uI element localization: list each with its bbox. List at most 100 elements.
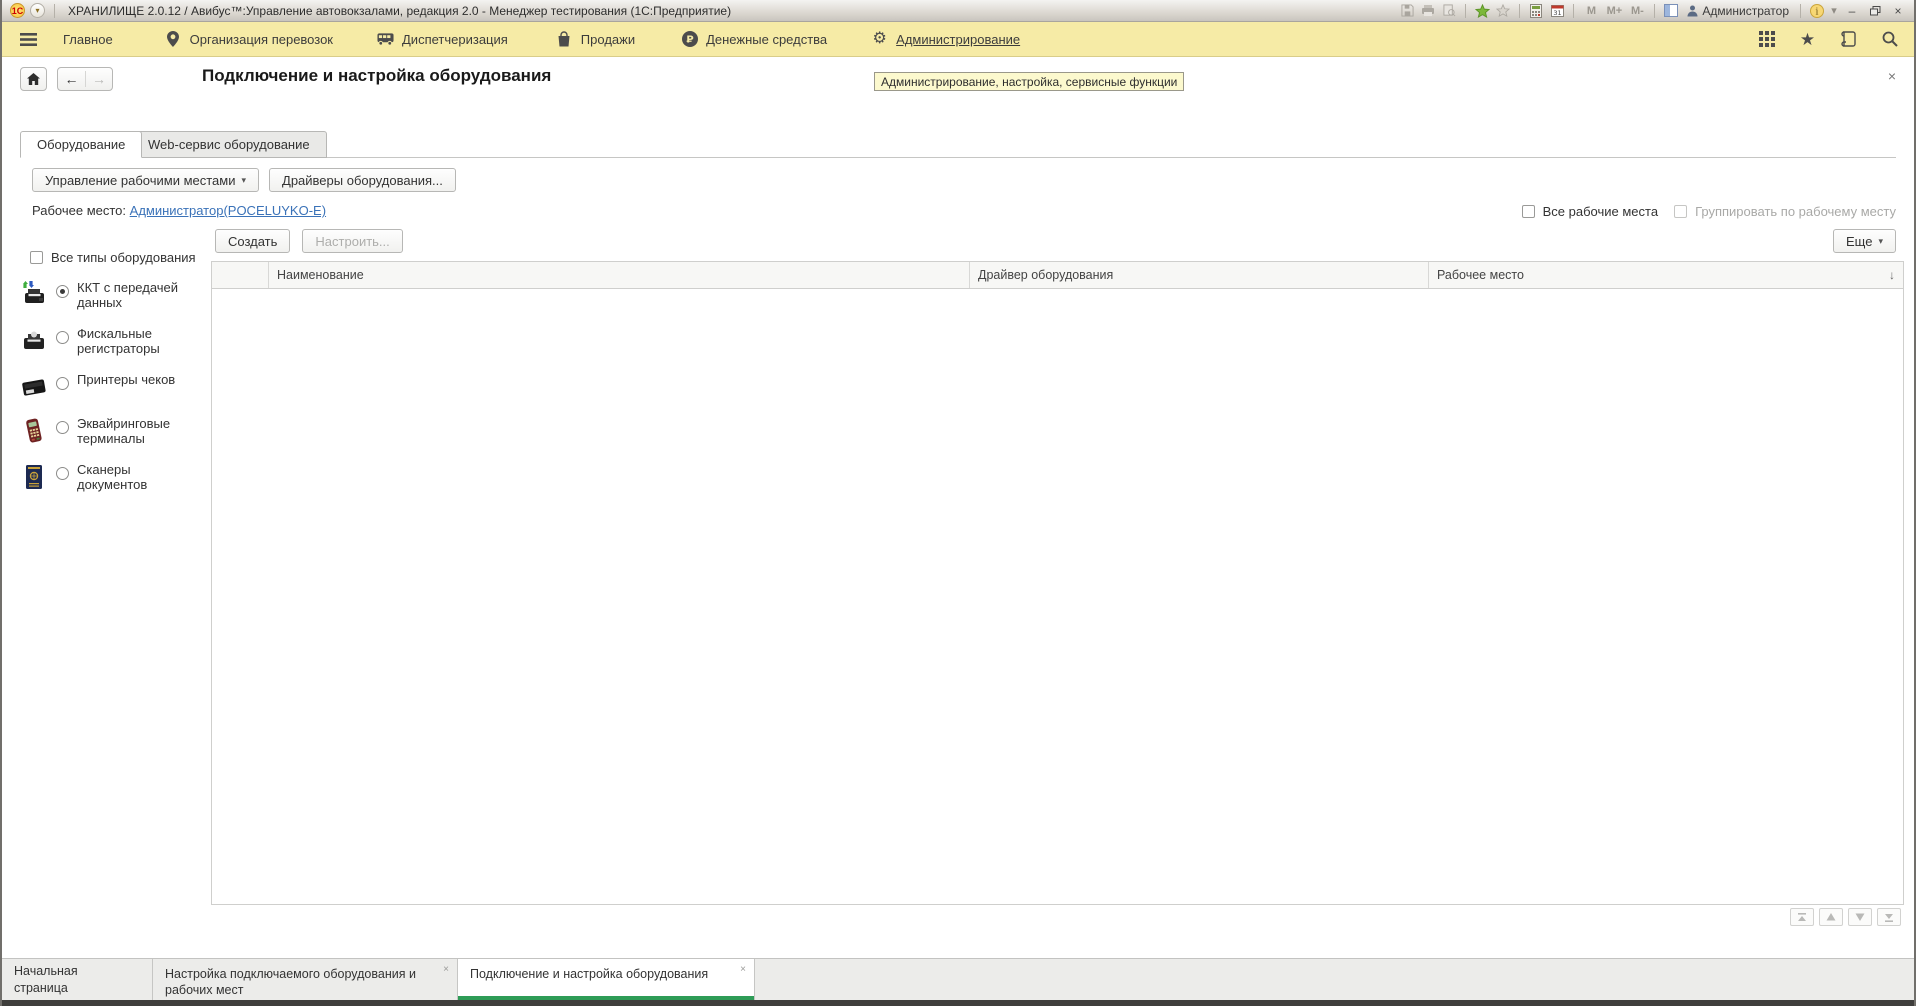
receipt-printer-icon [20,373,48,401]
window-tab-podkluchenie-active[interactable]: Подключение и настройка оборудования × [458,959,755,1000]
gear-icon: ⚙ [871,31,888,48]
menu-item-administrirovanie[interactable]: ⚙ Администрирование [827,31,1020,48]
fiscal-printer-icon [20,327,48,355]
user-icon [1687,5,1698,17]
workplace-label: Рабочее место: [32,203,126,218]
close-tab-icon[interactable]: × [740,964,746,975]
panels-icon[interactable] [1662,3,1680,19]
fiscal-radio[interactable] [56,331,69,344]
info-dropdown-icon[interactable]: ▾ [1829,3,1839,19]
memory-mplus-button: M+ [1604,5,1624,17]
device-type-fiscal[interactable]: Фискальные регистраторы [20,327,205,357]
calendar-icon[interactable]: 31 [1548,3,1566,19]
all-workplaces-label: Все рабочие места [1543,204,1658,219]
map-pin-icon [165,31,182,48]
tab-oborudovanie[interactable]: Оборудование [20,131,142,158]
window-bottom-edge [2,1000,1914,1006]
configure-button: Настроить... [302,229,402,253]
menu-item-glavnoe[interactable]: Главное [37,32,113,47]
ruble-circle-icon: P [681,31,698,48]
table-header-name[interactable]: Наименование [269,262,970,288]
close-tab-icon[interactable]: × [443,964,449,975]
main-menu-button[interactable] [2,31,37,48]
table-scroll-buttons [1790,908,1901,926]
scroll-down-button[interactable] [1848,908,1872,926]
group-by-workplace-checkbox [1674,205,1687,218]
receipt-printer-radio[interactable] [56,377,69,390]
tab-web-servis[interactable]: Web-сервис оборудование [131,131,327,158]
menu-item-denezhnye[interactable]: P Денежные средства [635,31,827,48]
memory-m-button: M [1581,5,1601,17]
main-menubar: Главное Организация перевозок Диспетчери… [2,22,1914,57]
workplace-toolbar: Управление рабочими местами ▾ Драйверы о… [32,168,456,192]
memory-mminus-button: M- [1627,5,1647,17]
minimize-button[interactable]: – [1842,3,1862,19]
svg-text:31: 31 [1553,9,1561,17]
chevron-down-icon: ▾ [241,175,246,186]
restore-button[interactable] [1865,3,1885,19]
device-type-terminal[interactable]: Эквайринговые терминалы [20,417,205,447]
close-window-button[interactable]: × [1888,3,1908,19]
table-header-driver[interactable]: Драйвер оборудования [970,262,1429,288]
bus-icon [377,31,394,48]
print-icon [1419,3,1437,19]
more-button[interactable]: Еще ▾ [1833,229,1896,253]
1c-logo-icon: 1С [10,3,25,18]
system-menu-icon[interactable]: ▾ [30,3,45,18]
close-form-icon[interactable]: × [1888,68,1896,84]
scanner-radio[interactable] [56,467,69,480]
all-workplaces-checkbox[interactable] [1522,205,1535,218]
form-tabs: Оборудование Web-сервис оборудование [2,131,1914,158]
menu-item-perevozki[interactable]: Организация перевозок [113,31,333,48]
apps-grid-icon[interactable] [1758,31,1775,48]
forward-button[interactable]: → [85,71,112,87]
calculator-icon[interactable] [1527,3,1545,19]
current-user[interactable]: Администратор [1683,4,1793,18]
scroll-to-bottom-button[interactable] [1877,908,1901,926]
sort-descending-icon: ↓ [1889,268,1895,282]
device-type-receipt-printer[interactable]: Принтеры чеков [20,373,205,401]
manage-workplaces-button[interactable]: Управление рабочими местами ▾ [32,168,259,192]
home-button[interactable] [20,67,47,91]
table-header-icon-col[interactable] [212,262,269,288]
table-header-row: Наименование Драйвер оборудования Рабоче… [212,262,1903,289]
open-windows-bar: Начальная страница Настройка подключаемо… [2,958,1914,1000]
scroll-up-button[interactable] [1819,908,1843,926]
equipment-drivers-button[interactable]: Драйверы оборудования... [269,168,456,192]
device-type-kkt[interactable]: ККТ с передачей данных [20,281,205,311]
window-titlebar: 1С ▾ ХРАНИЛИЩЕ 2.0.12 / Авибус™:Управлен… [2,0,1914,22]
terminal-radio[interactable] [56,421,69,434]
menu-tooltip: Администрирование, настройка, сервисные … [874,72,1184,91]
save-icon [1398,3,1416,19]
window-tab-home[interactable]: Начальная страница [2,959,153,1000]
scroll-to-top-button[interactable] [1790,908,1814,926]
chevron-down-icon: ▾ [1878,236,1883,247]
device-type-panel: Все типы оборудования ККТ с передачей да… [20,250,205,493]
favorites-star-icon[interactable]: ★ [1799,31,1816,48]
workplace-row: Рабочее место: Администратор(POCELUYKO-E… [32,203,326,218]
history-nav-group: ← → [57,67,113,91]
all-device-types-label: Все типы оборудования [51,250,196,265]
home-icon [27,73,40,85]
info-icon[interactable]: i [1808,3,1826,19]
kkt-radio[interactable] [56,285,69,298]
list-command-bar: Создать Настроить... Еще ▾ [215,229,1896,253]
table-body-empty[interactable] [212,289,1903,905]
menu-item-dispetcherizacia[interactable]: Диспетчеризация [333,31,508,48]
add-favorite-icon[interactable] [1473,3,1491,19]
window-tab-nastroika[interactable]: Настройка подключаемого оборудования и р… [153,959,458,1000]
svg-text:P: P [686,35,693,46]
shopping-bag-icon [556,31,573,48]
table-header-workplace[interactable]: Рабочее место ↓ [1429,262,1903,288]
history-icon[interactable] [1840,31,1857,48]
all-device-types-checkbox[interactable] [30,251,43,264]
payment-terminal-icon [20,417,48,445]
passport-scanner-icon [20,463,48,491]
workplace-link[interactable]: Администратор(POCELUYKO-E) [130,203,326,218]
back-button[interactable]: ← [58,71,85,87]
workplace-filters: Все рабочие места Группировать по рабоче… [1522,204,1896,219]
device-type-scanner[interactable]: Сканеры документов [20,463,205,493]
menu-item-prodazhi[interactable]: Продажи [508,31,635,48]
search-icon[interactable] [1881,31,1898,48]
create-button[interactable]: Создать [215,229,290,253]
